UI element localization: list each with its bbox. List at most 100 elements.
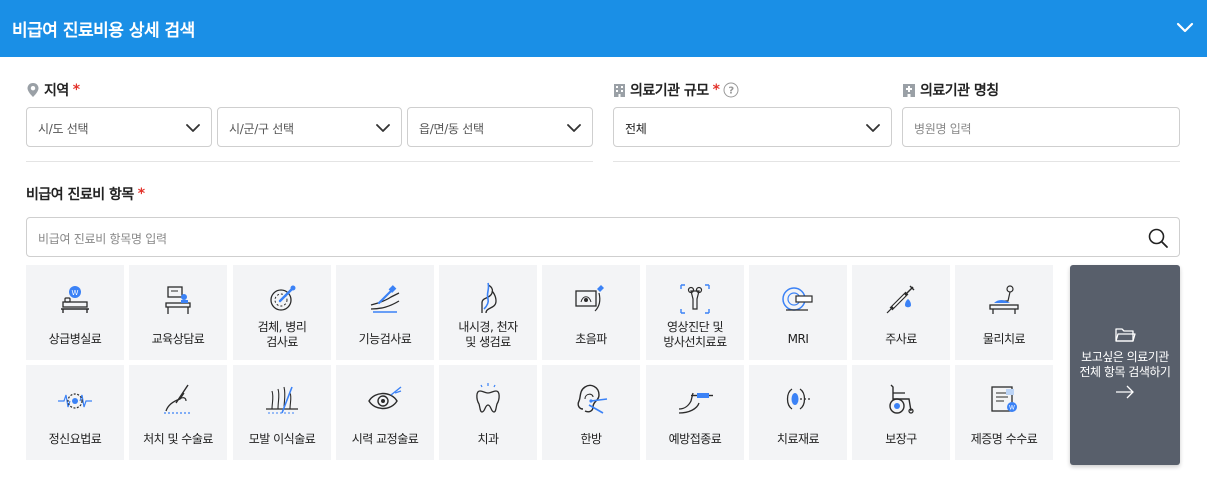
arrow-right-icon (1116, 385, 1134, 399)
items-label-text: 비급여 진료비 항목 (26, 187, 134, 203)
chevron-down-icon (866, 124, 880, 132)
search-icon[interactable] (1147, 227, 1169, 249)
eye-laser-icon (368, 386, 402, 410)
item-search-placeholder: 비급여 진료비 항목명 입력 (38, 232, 167, 246)
sigungu-select[interactable]: 시/군/구 선택 (217, 107, 402, 147)
category-label: 물리치료 (982, 332, 1026, 346)
eupmyeondong-select-value: 읍/면/동 선택 (419, 122, 484, 136)
category-label: 모발 이식술료 (248, 432, 316, 446)
category-label: 영상진단 및 방사선치료료 (663, 320, 727, 349)
category-label: 한방 (580, 432, 602, 446)
arm-test-icon (370, 285, 400, 313)
chevron-down-icon (567, 124, 581, 132)
view-all-items-button[interactable]: 보고싶은 의료기관 전체 항목 검색하기 (1070, 265, 1180, 465)
hospital-icon (903, 83, 915, 97)
brain-wave-icon (58, 393, 92, 409)
category-tile[interactable]: 처치 및 수술료 (129, 365, 227, 460)
counseling-desk-icon (165, 286, 191, 314)
vaccination-arm-icon (678, 392, 713, 414)
xray-bone-icon (680, 284, 710, 314)
category-tile[interactable]: 기능검사료 (336, 265, 434, 360)
sido-select-value: 시/도 선택 (38, 122, 89, 136)
chevron-down-icon (376, 124, 390, 132)
category-label: 교육상담료 (151, 332, 205, 346)
category-tile[interactable]: 치과 (439, 365, 537, 460)
category-tile[interactable]: W 제증명 수수료 (955, 365, 1053, 460)
items-label: 비급여 진료비 항목 * (26, 184, 145, 204)
hair-transplant-icon (266, 386, 298, 414)
syringe-icon (886, 285, 915, 314)
category-tile[interactable]: 교육상담료 (129, 265, 227, 360)
tooth-icon (476, 383, 500, 413)
svg-text:W: W (1009, 405, 1015, 412)
category-tile[interactable]: 한방 (542, 365, 640, 460)
item-search-input[interactable]: 비급여 진료비 항목명 입력 (26, 217, 1180, 257)
institution-scale-label-text: 의료기관 규모 (630, 83, 709, 99)
certificate-document-icon: W (991, 386, 1017, 412)
category-tile[interactable]: MRI (749, 265, 847, 360)
category-label: 보장구 (885, 432, 917, 446)
ear-acupuncture-icon (577, 384, 608, 414)
category-label: 기능검사료 (358, 332, 412, 346)
institution-name-input[interactable]: 병원명 입력 (902, 107, 1180, 147)
category-label: 시력 교정술료 (351, 432, 419, 446)
wheelchair-icon (889, 384, 914, 414)
chevron-down-icon[interactable] (1175, 18, 1195, 38)
category-tile[interactable]: 주사료 (852, 265, 950, 360)
lens-material-icon (786, 388, 810, 410)
category-tile[interactable]: 물리치료 (955, 265, 1053, 360)
category-tile[interactable]: 시력 교정술료 (336, 365, 434, 460)
category-tile[interactable]: 모발 이식술료 (233, 365, 331, 460)
divider (26, 161, 593, 162)
view-all-label: 보고싶은 의료기관 전체 항목 검색하기 (1079, 350, 1171, 379)
physical-therapy-icon (989, 285, 1019, 314)
institution-scale-select[interactable]: 전체 (613, 107, 892, 147)
institution-name-placeholder: 병원명 입력 (914, 122, 972, 136)
category-tile[interactable]: 치료재료 (749, 365, 847, 460)
category-label: 치과 (477, 432, 499, 446)
folder-open-icon (1115, 328, 1136, 342)
category-label: 예방접종료 (668, 432, 722, 446)
category-label: 상급병실료 (48, 332, 102, 346)
hospital-bed-icon: W (61, 286, 89, 313)
category-tile[interactable]: 보장구 (852, 365, 950, 460)
region-label: 지역 * (26, 80, 80, 100)
header-title: 비급여 진료비용 상세 검색 (12, 21, 195, 41)
institution-scale-label: 의료기관 규모 * ? (613, 80, 739, 100)
category-tile[interactable]: 초음파 (542, 265, 640, 360)
category-label: MRI (787, 332, 809, 346)
required-mark: * (137, 186, 145, 202)
question-circle-icon[interactable]: ? (723, 82, 739, 98)
region-label-text: 지역 (44, 83, 69, 99)
location-pin-icon (27, 83, 39, 97)
institution-name-label-text: 의료기관 명칭 (920, 83, 999, 99)
category-label: 정신요법료 (48, 432, 102, 446)
category-tile[interactable]: W 상급병실료 (26, 265, 124, 360)
category-label: 주사료 (885, 332, 917, 346)
divider (613, 161, 1180, 162)
mri-scanner-icon (782, 287, 813, 311)
category-tile[interactable]: 검체, 병리 검사료 (233, 265, 331, 360)
required-mark: * (72, 82, 80, 98)
sigungu-select-value: 시/군/구 선택 (229, 122, 294, 136)
svg-text:W: W (72, 289, 79, 297)
search-header: 비급여 진료비용 상세 검색 (0, 0, 1207, 57)
category-tile[interactable]: 예방접종료 (646, 365, 744, 460)
category-tile[interactable]: 정신요법료 (26, 365, 124, 460)
category-label: 검체, 병리 검사료 (257, 320, 307, 349)
scalpel-hand-icon (164, 384, 192, 414)
category-label: 치료재료 (776, 432, 820, 446)
category-label: 처치 및 수술료 (143, 432, 213, 446)
category-label: 제증명 수수료 (970, 432, 1038, 446)
category-tile[interactable]: 내시경, 천자 및 생검료 (439, 265, 537, 360)
institution-scale-value: 전체 (625, 122, 647, 136)
building-icon (614, 83, 625, 97)
eupmyeondong-select[interactable]: 읍/면/동 선택 (407, 107, 593, 147)
category-label: 내시경, 천자 및 생검료 (458, 320, 518, 349)
sido-select[interactable]: 시/도 선택 (26, 107, 212, 147)
endoscope-icon (481, 282, 497, 314)
svg-text:?: ? (729, 86, 735, 97)
category-tile[interactable]: 영상진단 및 방사선치료료 (646, 265, 744, 360)
category-label: 초음파 (575, 332, 607, 346)
ultrasound-icon (575, 285, 604, 312)
